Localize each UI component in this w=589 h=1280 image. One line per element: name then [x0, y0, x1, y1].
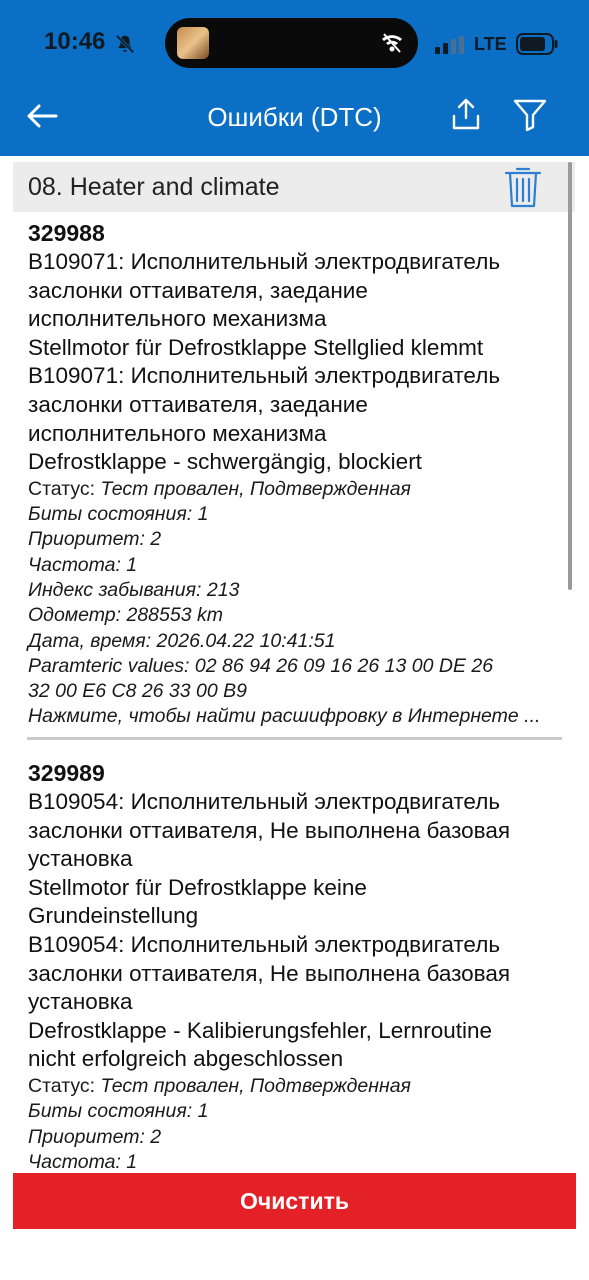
dtc-meta-line: Paramteric values: 02 86 94 26 09 16 26 …	[28, 654, 494, 677]
filter-icon[interactable]	[512, 96, 548, 132]
share-icon[interactable]	[450, 96, 482, 132]
dtc-description-line: nicht erfolgreich abgeschlossen	[28, 1046, 344, 1072]
search-online-link[interactable]: Нажмите, чтобы найти расшифровку в Интер…	[28, 704, 568, 729]
app-header: Ошибки (DTC)	[0, 86, 589, 156]
dynamic-island	[165, 18, 418, 68]
dtc-description-line: Grundeinstellung	[28, 903, 199, 929]
dtc-meta-line: Одометр: 288553 km	[28, 604, 223, 627]
dtc-description-line: заслонки оттаивателя, заедание	[28, 277, 368, 303]
dtc-meta-line: Приоритет: 2	[28, 528, 162, 551]
bell-slash-icon	[115, 34, 135, 54]
dtc-description-line: заслонки оттаивателя, Не выполнена базов…	[28, 817, 511, 843]
status-time: 10:46	[44, 28, 106, 55]
section-header: 08. Heater and climate	[13, 162, 575, 212]
dtc-meta-line: Биты состояния: 1	[28, 503, 209, 526]
clear-button[interactable]: Очистить	[13, 1173, 576, 1229]
item-divider	[27, 737, 562, 740]
dtc-status: Статус: Тест провален, Подтвержденная	[28, 1074, 568, 1099]
dtc-description-line: установка	[28, 989, 133, 1015]
now-playing-thumbnail	[177, 27, 209, 59]
status-label: Статус:	[28, 1074, 96, 1097]
status-value: Тест провален, Подтвержденная	[100, 477, 411, 500]
dtc-description-line: установка	[28, 846, 133, 872]
dtc-description-line: Defrostklappe - schwergängig, blockiert	[28, 449, 422, 475]
dtc-code: 329988	[28, 220, 105, 246]
battery-icon	[516, 33, 558, 55]
dtc-description-line: B109071: Исполнительный электродвигатель	[28, 249, 501, 274]
dtc-description-line: заслонки оттаивателя, заедание	[28, 391, 368, 417]
section-title: 08. Heater and climate	[28, 173, 280, 201]
page-title: Ошибки (DTC)	[207, 102, 382, 132]
scrollbar-thumb[interactable]	[568, 162, 572, 590]
dtc-description-line: B109071: Исполнительный электродвигатель	[28, 363, 501, 389]
dtc-description-line: исполнительного механизма	[28, 306, 327, 332]
dtc-list[interactable]: 08. Heater and climate 329988 B109071: И…	[0, 156, 589, 1173]
dtc-meta-line: Дата, время: 2026.04.22 10:41:51	[28, 629, 336, 652]
dtc-meta-line: Частота: 1	[28, 553, 138, 576]
signal-icon	[435, 36, 464, 54]
dtc-description-line: B109054: Исполнительный электродвигатель	[28, 931, 501, 957]
trash-icon[interactable]	[503, 164, 543, 210]
dtc-description-line: исполнительного механизма	[28, 420, 327, 446]
dtc-description-line: Stellmotor für Defrostklappe Stellglied …	[28, 334, 484, 360]
status-bar: 10:46 LTE	[0, 0, 589, 86]
dtc-item[interactable]: 329989 B109054: Исполнительный электродв…	[28, 758, 568, 1173]
dtc-description-line: Stellmotor für Defrostklappe keine	[28, 874, 367, 900]
dtc-item[interactable]: 329988 B109071: Исполнительный электродв…	[28, 218, 568, 730]
dtc-meta-line: 32 00 E6 C8 26 33 00 B9	[28, 680, 248, 703]
dtc-meta-line: Приоритет: 2	[28, 1125, 162, 1148]
status-value: Тест провален, Подтвержденная	[100, 1074, 411, 1097]
dtc-code: 329989	[28, 760, 105, 786]
dtc-meta-line: Индекс забывания: 213	[28, 578, 240, 601]
dtc-meta-line: Биты состояния: 1	[28, 1100, 209, 1123]
network-type: LTE	[474, 34, 507, 54]
dtc-status: Статус: Тест провален, Подтвержденная	[28, 477, 568, 502]
dtc-description-line: Defrostklappe - Kalibierungsfehler, Lern…	[28, 1017, 493, 1043]
status-label: Статус:	[28, 477, 96, 500]
dtc-meta-line: Частота: 1	[28, 1150, 138, 1173]
dtc-description-line: B109054: Исполнительный электродвигатель	[28, 789, 501, 814]
dtc-description-line: заслонки оттаивателя, Не выполнена базов…	[28, 960, 511, 986]
wifi-off-icon	[382, 33, 402, 53]
